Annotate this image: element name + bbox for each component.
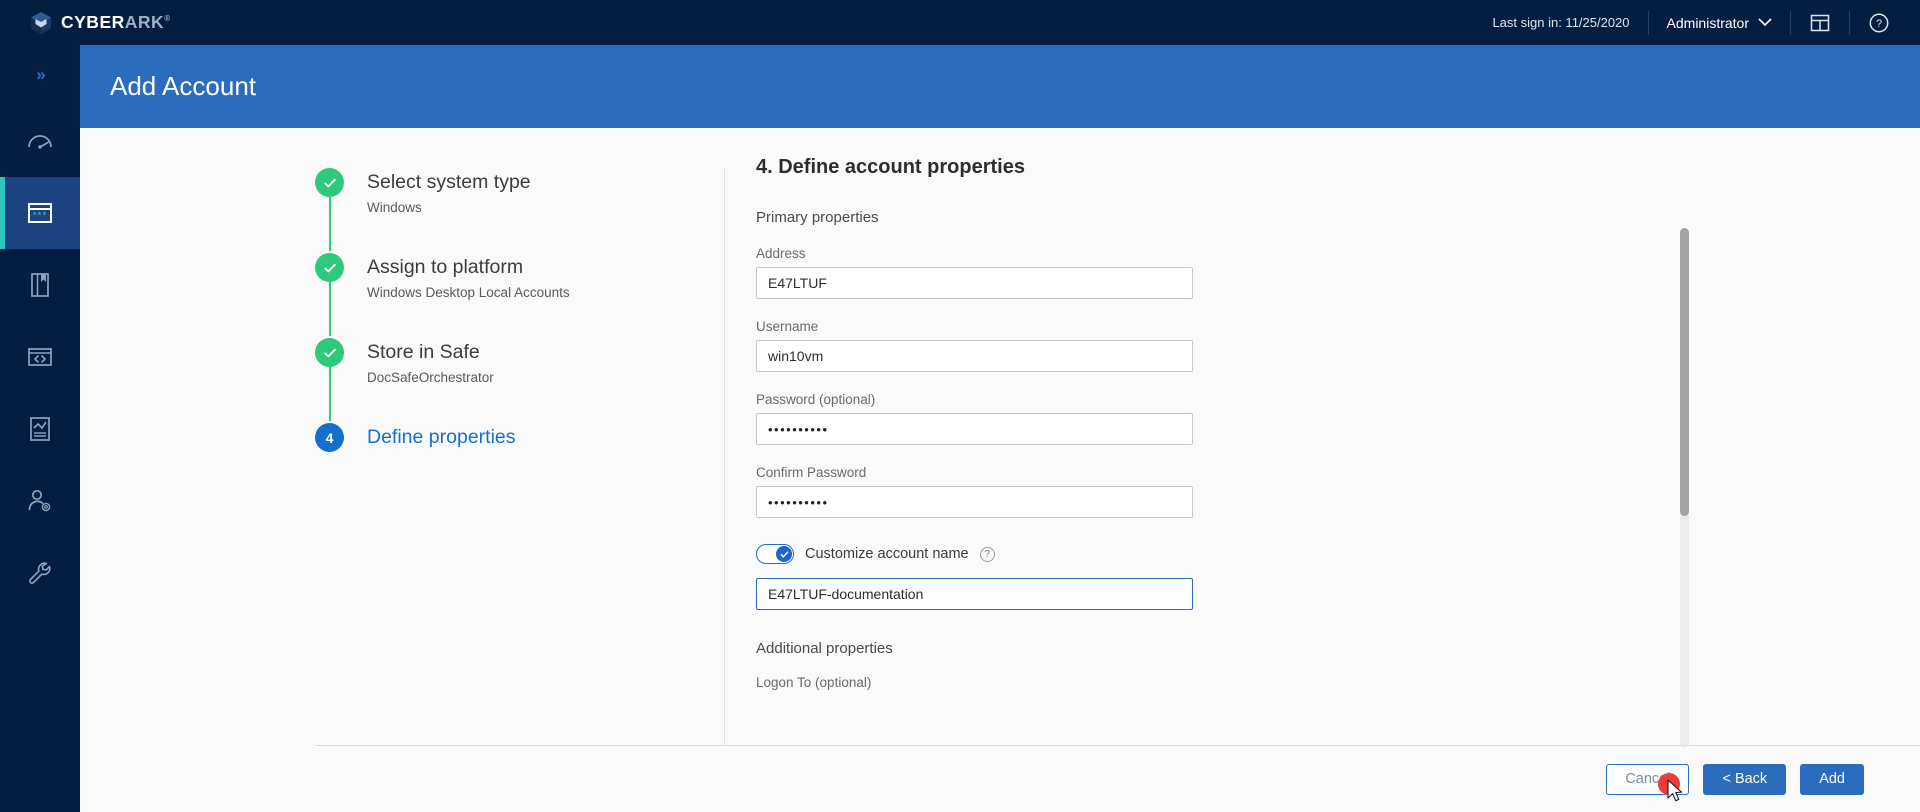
double-chevron-right-icon: » <box>36 65 46 84</box>
page-content: Select system type Windows Assign to pla… <box>80 128 1920 812</box>
book-bookmark-icon <box>31 273 49 297</box>
customize-account-name-toggle[interactable] <box>756 544 794 564</box>
customize-account-name-label: Customize account name <box>805 546 969 562</box>
step-title: Select system type <box>367 171 531 193</box>
step-status-done-icon <box>315 168 344 197</box>
back-button[interactable]: < Back <box>1703 763 1787 795</box>
add-account-wizard: Select system type Windows Assign to pla… <box>80 128 1920 748</box>
check-icon <box>780 550 788 558</box>
sidebar-item-administration[interactable] <box>0 537 80 609</box>
left-navigation: » *** <box>0 45 80 812</box>
address-label: Address <box>756 246 806 261</box>
top-bar-right-group: Last sign in: 11/25/2020 Administrator ? <box>1492 0 1920 45</box>
logo-trademark: ® <box>164 14 171 24</box>
add-button[interactable]: Add <box>1800 763 1864 795</box>
form-scrollbar-track[interactable] <box>1680 228 1689 748</box>
wrench-icon <box>29 562 51 584</box>
wizard-steps-panel: Select system type Windows Assign to pla… <box>315 168 725 746</box>
step-subtitle: Windows Desktop Local Accounts <box>367 285 570 300</box>
step-subtitle: Windows <box>367 200 422 215</box>
help-circle-icon[interactable]: ? <box>979 546 995 562</box>
step-status-done-icon <box>315 253 344 282</box>
confirm-password-input[interactable] <box>756 486 1193 518</box>
step-number-badge: 4 <box>315 423 344 452</box>
password-label: Password (optional) <box>756 392 876 407</box>
sidebar-item-reports[interactable] <box>0 393 80 465</box>
step-status-done-icon <box>315 338 344 367</box>
step-title: Define properties <box>367 426 516 448</box>
sidebar-item-accounts[interactable]: *** <box>0 177 80 249</box>
cyberark-add-account-page: CYBERARK® Last sign in: 11/25/2020 Admin… <box>0 0 1920 812</box>
wizard-step-4[interactable]: 4 Define properties <box>315 423 516 452</box>
password-input[interactable] <box>756 413 1193 445</box>
wizard-step-2[interactable]: Assign to platform Windows Desktop Local… <box>315 253 570 336</box>
divider <box>1790 10 1791 35</box>
accounts-password-window-icon: *** <box>28 203 52 223</box>
logo-text-primary: CYBER <box>61 12 125 32</box>
account-name-input[interactable] <box>756 578 1193 610</box>
toggle-knob <box>776 546 792 562</box>
username-label: Username <box>756 319 819 334</box>
chevron-down-icon <box>1758 18 1772 27</box>
cyberark-cube-logo-icon <box>30 11 52 35</box>
step-connector <box>329 197 331 251</box>
form-heading: 4. Define account properties <box>756 156 1025 178</box>
step-title: Store in Safe <box>367 341 480 363</box>
wizard-step-3[interactable]: Store in Safe DocSafeOrchestrator <box>315 338 494 421</box>
code-brackets-icon <box>28 348 52 366</box>
sidebar-item-dashboard[interactable] <box>0 105 80 177</box>
user-menu-button[interactable]: Administrator <box>1667 15 1772 31</box>
cyberark-logo[interactable]: CYBERARK® <box>30 11 171 35</box>
wizard-footer: Cancel < Back Add <box>80 746 1920 812</box>
report-chart-document-icon <box>30 417 50 441</box>
sidebar-item-user-management[interactable] <box>0 465 80 537</box>
cyberark-wordmark: CYBERARK® <box>61 12 171 33</box>
step-connector <box>329 282 331 336</box>
user-gear-icon <box>28 489 51 512</box>
svg-text:***: *** <box>33 211 48 222</box>
confirm-password-label: Confirm Password <box>756 465 867 480</box>
logo-text-secondary: ARK <box>124 12 165 32</box>
account-properties-form: 4. Define account properties Primary pro… <box>756 156 1756 696</box>
page-header-bar: Add Account <box>80 45 1920 128</box>
username-input[interactable] <box>756 340 1193 372</box>
sidebar-item-applications[interactable] <box>0 321 80 393</box>
top-bar: CYBERARK® Last sign in: 11/25/2020 Admin… <box>0 0 1920 45</box>
user-menu-label: Administrator <box>1666 14 1749 31</box>
customize-account-name-row: Customize account name ? <box>756 544 1756 564</box>
step-subtitle: DocSafeOrchestrator <box>367 370 494 385</box>
last-sign-in-text: Last sign in: 11/25/2020 <box>1492 15 1630 30</box>
page-title: Add Account <box>110 71 256 101</box>
logon-to-label: Logon To (optional) <box>756 675 872 690</box>
wizard-step-1[interactable]: Select system type Windows <box>315 168 531 251</box>
check-icon <box>323 348 336 357</box>
cancel-button[interactable]: Cancel <box>1606 763 1690 795</box>
step-connector <box>329 367 331 421</box>
address-input[interactable] <box>756 267 1193 299</box>
additional-properties-label: Additional properties <box>756 640 893 657</box>
svg-text:?: ? <box>1876 18 1882 30</box>
check-icon <box>323 178 336 187</box>
sidebar-item-expander[interactable]: » <box>0 45 80 105</box>
divider <box>1849 10 1850 35</box>
divider <box>1647 10 1649 35</box>
sidebar-item-policies[interactable] <box>0 249 80 321</box>
panel-layout-icon[interactable] <box>1809 12 1831 34</box>
form-scrollbar-thumb[interactable] <box>1680 228 1689 516</box>
primary-properties-label: Primary properties <box>756 209 879 226</box>
check-icon <box>323 263 336 272</box>
gauge-dashboard-icon <box>28 135 52 149</box>
help-circle-icon[interactable]: ? <box>1868 12 1890 34</box>
step-title: Assign to platform <box>367 256 524 278</box>
